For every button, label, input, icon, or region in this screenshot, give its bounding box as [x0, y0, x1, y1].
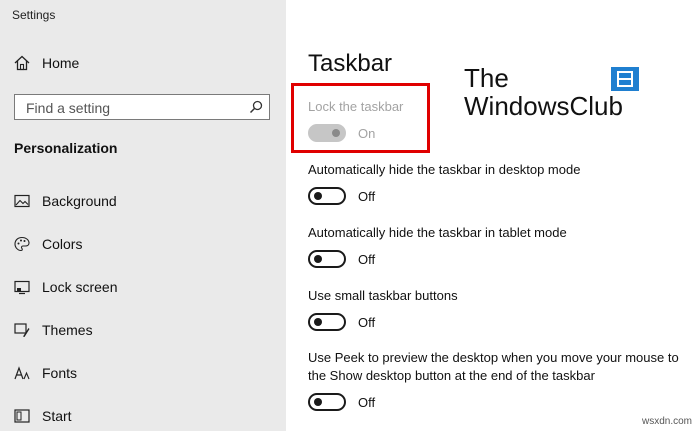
autohide-tablet-toggle[interactable]	[308, 250, 346, 268]
brush-icon	[14, 323, 30, 337]
start-icon	[14, 409, 30, 423]
toggle-knob	[314, 255, 322, 263]
small-buttons-toggle[interactable]	[308, 313, 346, 331]
lock-taskbar-toggle	[308, 124, 346, 142]
home-icon	[14, 55, 30, 71]
small-buttons-label: Use small taskbar buttons	[308, 288, 458, 303]
home-label: Home	[42, 55, 80, 71]
peek-label-line2: the Show desktop button at the end of th…	[308, 368, 595, 383]
peek-toggle[interactable]	[308, 393, 346, 411]
section-title: Personalization	[14, 140, 118, 156]
windowsclub-logo-icon	[611, 67, 639, 91]
sidebar-item-label: Background	[42, 193, 117, 209]
search-box[interactable]	[14, 94, 270, 120]
peek-state: Off	[358, 395, 376, 410]
lock-screen-icon	[14, 280, 30, 295]
autohide-desktop-label: Automatically hide the taskbar in deskto…	[308, 162, 581, 177]
toggle-knob	[314, 192, 322, 200]
lock-taskbar-state: On	[358, 126, 376, 141]
peek-label-line1: Use Peek to preview the desktop when you…	[308, 350, 679, 365]
watermark: wsxdn.com	[641, 416, 692, 427]
sidebar-item-colors[interactable]: Colors	[14, 234, 82, 254]
sidebar-item-background[interactable]: Background	[14, 191, 117, 211]
sidebar-item-label: Start	[42, 408, 72, 424]
search-input[interactable]	[24, 98, 248, 118]
main-content: Taskbar The WindowsClub Lock the taskbar…	[286, 0, 700, 431]
font-icon	[14, 366, 30, 380]
lock-taskbar-label: Lock the taskbar	[308, 99, 404, 114]
toggle-knob	[314, 398, 322, 406]
page-title: Taskbar	[308, 50, 393, 77]
palette-icon	[14, 236, 30, 252]
brand-logo: The WindowsClub	[464, 63, 639, 121]
sidebar-item-lock-screen[interactable]: Lock screen	[14, 277, 117, 297]
sidebar-item-start[interactable]: Start	[14, 406, 72, 426]
picture-icon	[14, 194, 30, 208]
brand-line2: WindowsClub	[464, 91, 623, 121]
sidebar-item-fonts[interactable]: Fonts	[14, 363, 77, 383]
autohide-desktop-state: Off	[358, 189, 376, 204]
autohide-desktop-toggle[interactable]	[308, 187, 346, 205]
sidebar-item-themes[interactable]: Themes	[14, 320, 93, 340]
sidebar-item-label: Lock screen	[42, 279, 118, 295]
toggle-knob	[332, 129, 340, 137]
sidebar-item-label: Themes	[42, 322, 93, 338]
sidebar-item-home[interactable]: Home	[14, 55, 79, 71]
sidebar-item-label: Fonts	[42, 365, 78, 381]
small-buttons-state: Off	[358, 315, 376, 330]
autohide-tablet-label: Automatically hide the taskbar in tablet…	[308, 225, 567, 240]
highlight-box	[291, 83, 430, 153]
sidebar: Settings Home Personalization Background…	[0, 0, 286, 431]
autohide-tablet-state: Off	[358, 252, 376, 267]
toggle-knob	[314, 318, 322, 326]
app-title: Settings	[12, 8, 56, 22]
brand-line1: The	[464, 63, 509, 93]
sidebar-item-label: Colors	[42, 236, 83, 252]
search-icon[interactable]	[249, 100, 263, 114]
